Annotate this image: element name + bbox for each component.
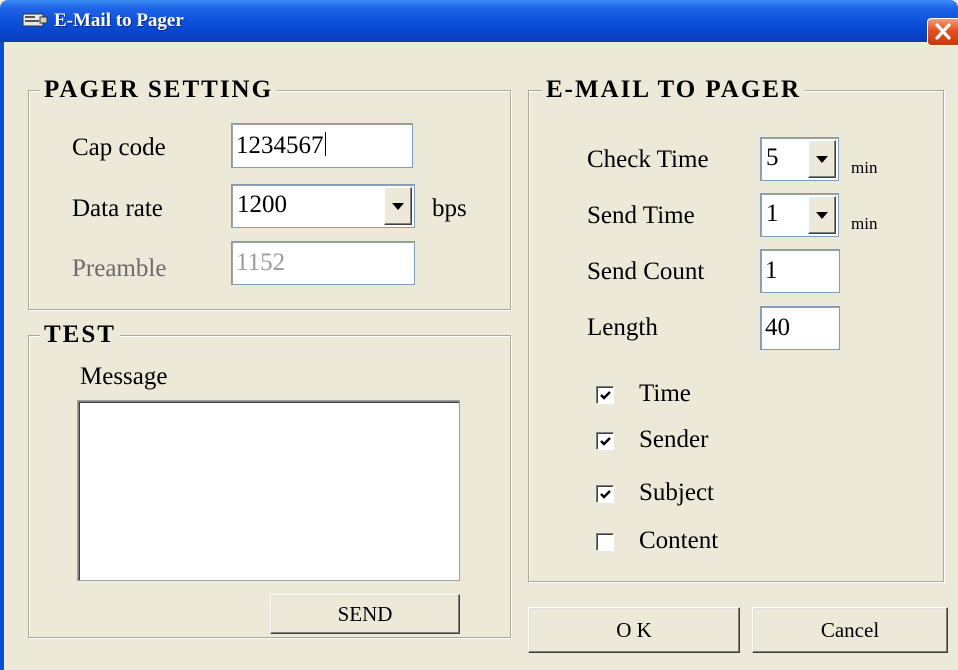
checkmark-icon xyxy=(600,391,611,400)
email-to-pager-dialog: E-Mail to Pager PAGER SETTING Cap code 1… xyxy=(0,0,958,670)
chevron-down-icon xyxy=(392,203,404,210)
cap-code-label: Cap code xyxy=(72,134,166,161)
data-rate-select[interactable]: 1200 xyxy=(231,184,415,228)
close-button[interactable] xyxy=(927,18,958,46)
subject-checkbox[interactable] xyxy=(596,485,614,503)
check-time-label: Check Time xyxy=(587,146,709,173)
cap-code-value: 1234567 xyxy=(236,132,324,159)
window-title: E-Mail to Pager xyxy=(54,10,184,31)
subject-checkbox-label: Subject xyxy=(639,479,714,506)
time-checkbox-label: Time xyxy=(639,380,691,407)
text-caret xyxy=(324,132,326,156)
send-time-unit: min xyxy=(851,214,878,233)
check-time-value: 5 xyxy=(766,144,779,171)
chevron-down-icon xyxy=(816,212,828,219)
email-to-pager-title: E-MAIL TO PAGER xyxy=(542,76,806,104)
data-rate-value: 1200 xyxy=(237,191,287,218)
preamble-value: 1152 xyxy=(236,249,286,276)
checkmark-icon xyxy=(600,437,611,446)
check-time-dropdown-button[interactable] xyxy=(808,140,836,178)
app-icon xyxy=(22,13,48,27)
message-textarea[interactable] xyxy=(77,400,460,581)
send-time-value: 1 xyxy=(766,200,779,227)
checkmark-icon xyxy=(600,490,611,499)
length-value: 40 xyxy=(765,314,790,341)
send-count-label: Send Count xyxy=(587,258,705,285)
length-label: Length xyxy=(587,314,658,341)
data-rate-label: Data rate xyxy=(72,195,163,222)
data-rate-unit: bps xyxy=(432,195,467,222)
window-border xyxy=(0,42,4,670)
time-checkbox[interactable] xyxy=(596,386,614,404)
message-label: Message xyxy=(80,363,168,390)
preamble-input: 1152 xyxy=(231,241,415,285)
sender-checkbox[interactable] xyxy=(596,432,614,450)
length-input[interactable]: 40 xyxy=(760,306,840,350)
check-time-unit: min xyxy=(851,158,878,177)
send-time-select[interactable]: 1 xyxy=(760,193,839,237)
data-rate-dropdown-button[interactable] xyxy=(384,187,412,225)
content-checkbox[interactable] xyxy=(596,533,614,551)
cap-code-input[interactable]: 1234567 xyxy=(231,123,413,168)
send-time-dropdown-button[interactable] xyxy=(808,196,836,234)
pager-setting-title: PAGER SETTING xyxy=(40,76,278,104)
content-checkbox-label: Content xyxy=(639,527,719,554)
cancel-button[interactable]: Cancel xyxy=(752,607,948,653)
sender-checkbox-label: Sender xyxy=(639,426,709,453)
send-count-input[interactable]: 1 xyxy=(760,249,840,293)
close-icon xyxy=(935,23,951,40)
send-count-value: 1 xyxy=(765,257,778,284)
test-title: TEST xyxy=(40,321,120,349)
send-button-label: SEND xyxy=(337,602,393,626)
send-time-label: Send Time xyxy=(587,202,695,229)
title-bar[interactable]: E-Mail to Pager xyxy=(0,0,958,46)
send-button[interactable]: SEND xyxy=(270,594,460,634)
ok-button[interactable]: O K xyxy=(528,607,740,653)
chevron-down-icon xyxy=(816,156,828,163)
check-time-select[interactable]: 5 xyxy=(760,137,839,181)
ok-button-label: O K xyxy=(616,618,652,642)
cancel-button-label: Cancel xyxy=(820,618,880,642)
preamble-label: Preamble xyxy=(72,255,167,282)
